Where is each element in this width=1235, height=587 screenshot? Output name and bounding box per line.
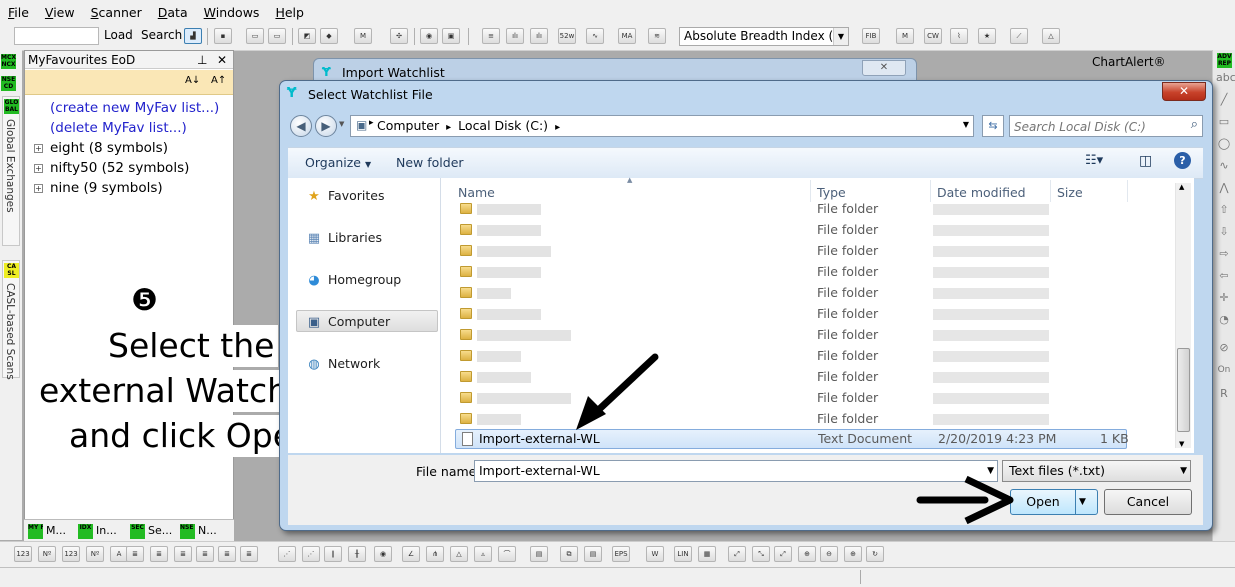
arrow-to-file-icon [576,353,659,430]
arrow-to-open-icon [916,475,1014,525]
annotation-arrows [576,353,1014,525]
